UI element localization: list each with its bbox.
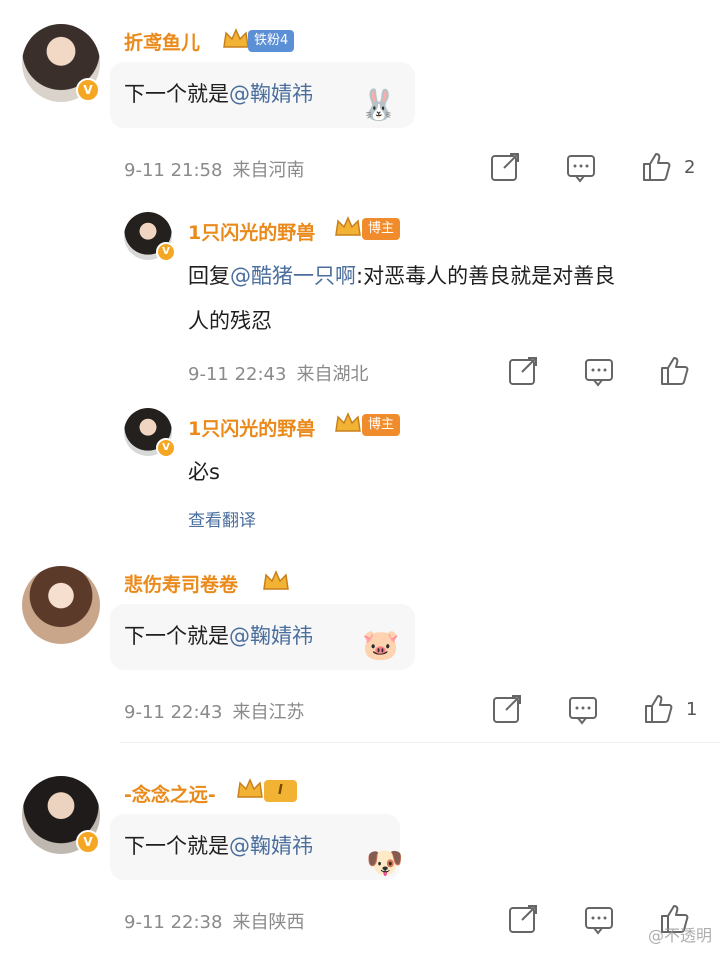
- comment-icon[interactable]: [582, 902, 616, 936]
- reply-text: 回复@酷猪一只啊:对恶毒人的善良就是对善良: [188, 264, 616, 288]
- watermark: @不透明: [647, 926, 712, 945]
- author-badge: 博主: [362, 414, 401, 436]
- like-icon[interactable]: [642, 692, 676, 726]
- reply-text-line2: 人的残忍: [188, 309, 272, 333]
- comment-meta: 9-11 22:38 来自陕西: [124, 912, 305, 933]
- comment-meta: 9-11 21:58 来自河南: [124, 160, 305, 181]
- mention-link[interactable]: @鞠婧祎: [229, 624, 313, 648]
- crown-icon: [335, 216, 361, 236]
- share-icon[interactable]: [488, 150, 522, 184]
- fan-badge: 铁粉4: [248, 30, 295, 52]
- share-icon[interactable]: [506, 354, 540, 388]
- mention-link[interactable]: @酷猪一只啊: [230, 264, 356, 288]
- mention-link[interactable]: @鞠婧祎: [229, 834, 313, 858]
- verified-icon: V: [76, 78, 100, 102]
- avatar[interactable]: [22, 566, 100, 644]
- reply-meta: 9-11 22:43 来自湖北: [188, 364, 369, 385]
- crown-icon: [237, 778, 263, 798]
- translate-link[interactable]: 查看翻译: [188, 506, 256, 531]
- comment-text: 下一个就是@鞠婧祎: [124, 834, 313, 858]
- comment-icon[interactable]: [564, 150, 598, 184]
- like-icon[interactable]: [658, 354, 692, 388]
- replier-name[interactable]: 1只闪光的野兽: [188, 218, 315, 245]
- sticker-image: 🐰: [360, 88, 398, 123]
- level-badge: I: [264, 780, 297, 802]
- sticker-image: 🐷: [362, 628, 400, 663]
- reply-text: 必s: [188, 460, 220, 484]
- comment-icon[interactable]: [582, 354, 616, 388]
- commenter-name[interactable]: 折鸢鱼儿: [124, 28, 200, 55]
- verified-icon: V: [156, 242, 176, 262]
- share-icon[interactable]: [506, 902, 540, 936]
- comment-meta: 9-11 22:43 来自江苏: [124, 702, 305, 723]
- divider: [120, 742, 720, 743]
- mention-link[interactable]: @鞠婧祎: [229, 82, 313, 106]
- crown-icon: [335, 412, 361, 432]
- verified-icon: V: [156, 438, 176, 458]
- like-count: 2: [684, 157, 696, 178]
- commenter-name[interactable]: -念念之远-: [124, 780, 216, 807]
- comment-text: 下一个就是@鞠婧祎: [124, 82, 313, 106]
- share-icon[interactable]: [490, 692, 524, 726]
- like-icon[interactable]: [640, 150, 674, 184]
- replier-name[interactable]: 1只闪光的野兽: [188, 414, 315, 441]
- author-badge: 博主: [362, 218, 401, 240]
- crown-icon: [223, 28, 249, 48]
- crown-icon: [263, 570, 289, 590]
- like-count: 1: [686, 699, 698, 720]
- comment-text: 下一个就是@鞠婧祎: [124, 624, 313, 648]
- comment-icon[interactable]: [566, 692, 600, 726]
- verified-icon: V: [76, 830, 100, 854]
- commenter-name[interactable]: 悲伤寿司卷卷: [124, 570, 238, 597]
- sticker-image: 🐶: [366, 846, 404, 881]
